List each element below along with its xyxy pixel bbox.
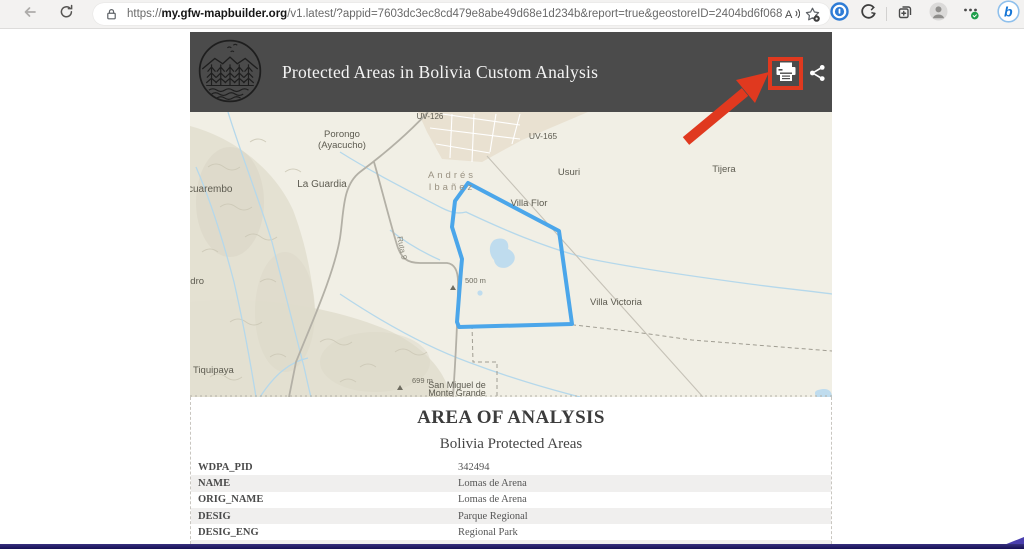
row-label: WDPA_PID xyxy=(198,461,253,473)
back-icon xyxy=(21,3,39,26)
page-title: Protected Areas in Bolivia Custom Analys… xyxy=(282,61,599,82)
report-body: AREA OF ANALYSIS Bolivia Protected Areas… xyxy=(190,397,832,549)
share-icon xyxy=(809,64,826,87)
analysis-subheading: Bolivia Protected Areas xyxy=(439,436,583,452)
map-canvas[interactable]: UV-126 Porongo (Ayacucho) UV-165 Usuri T… xyxy=(190,112,832,397)
url-path: /v1.latest/?appid=7603dc3ec8cd479e8abe49… xyxy=(287,8,782,20)
row-value: Lomas de Arena xyxy=(458,477,527,489)
map-label: Andrés xyxy=(428,170,476,181)
map-label: Villa Victoria xyxy=(590,297,643,308)
svg-text:A: A xyxy=(785,9,793,21)
basemap: UV-126 Porongo (Ayacucho) UV-165 Usuri T… xyxy=(190,112,832,397)
table-row: ORIG_NAME Lomas de Arena xyxy=(191,492,831,508)
back-button[interactable] xyxy=(20,4,40,24)
map-label: edro xyxy=(190,276,204,287)
lock-icon[interactable] xyxy=(101,5,121,23)
onepassword-icon xyxy=(829,2,849,26)
map-label: Porongo xyxy=(324,129,360,140)
report-page: Protected Areas in Bolivia Custom Analys… xyxy=(190,32,832,549)
row-label: DESIG xyxy=(198,510,231,522)
map-label: (Ayacucho) xyxy=(318,140,366,151)
read-aloud-button[interactable]: A xyxy=(782,5,802,23)
refresh-icon xyxy=(58,3,75,25)
row-label: DESIG_ENG xyxy=(198,526,259,538)
onepassword-extension-button[interactable] xyxy=(829,2,849,26)
table-row: WDPA_PID 342494 xyxy=(191,459,831,475)
map-label: Tiquipaya xyxy=(193,365,235,376)
svg-text:b: b xyxy=(1004,4,1013,20)
map-label: Tijera xyxy=(712,164,736,175)
road-label: Ruta 9 xyxy=(395,236,409,261)
map-label: UV-165 xyxy=(529,131,558,141)
row-label: ORIG_NAME xyxy=(198,494,264,506)
analysis-heading: AREA OF ANALYSIS xyxy=(417,407,605,428)
map-label: Ibañez xyxy=(429,182,476,193)
table-row: DESIG Parque Regional xyxy=(191,507,831,525)
highlight-box xyxy=(768,57,803,90)
refresh-button[interactable] xyxy=(56,4,76,24)
map-label: La Guardia xyxy=(297,179,347,190)
map-label: Usuri xyxy=(558,167,580,178)
row-value: Regional Park xyxy=(458,526,518,538)
extension-button[interactable] xyxy=(859,3,879,26)
more-dots-icon xyxy=(961,2,980,26)
report-header: Protected Areas in Bolivia Custom Analys… xyxy=(190,32,832,112)
copilot-button[interactable]: b xyxy=(996,0,1020,28)
url-domain: my.gfw-mapbuilder.org xyxy=(161,8,288,20)
bottom-bar xyxy=(0,544,1024,549)
avatar-icon xyxy=(929,2,948,26)
toolbar-divider xyxy=(886,7,887,21)
browser-toolbar: https://my.gfw-mapbuilder.org/v1.latest/… xyxy=(0,0,1024,29)
collections-icon xyxy=(896,3,914,26)
elevation-label: 500 m xyxy=(465,276,486,285)
address-bar[interactable]: https://my.gfw-mapbuilder.org/v1.latest/… xyxy=(93,3,830,25)
url-text: https://my.gfw-mapbuilder.org/v1.latest/… xyxy=(127,8,782,20)
table-row: NAME Lomas de Arena xyxy=(191,475,831,492)
map-label: Villa Flor xyxy=(511,198,548,209)
settings-menu-button[interactable] xyxy=(960,4,980,24)
row-value: Parque Regional xyxy=(458,510,528,522)
url-protocol: https:// xyxy=(127,8,162,20)
favorites-button[interactable] xyxy=(802,5,822,23)
extension-ring-icon xyxy=(860,3,878,26)
row-label: NAME xyxy=(198,477,231,489)
map-label: cuarembo xyxy=(190,184,233,195)
attributes-table: WDPA_PID 342494 NAME Lomas de Arena ORIG… xyxy=(191,459,831,549)
collections-button[interactable] xyxy=(895,4,915,24)
table-row: DESIG_ENG Regional Park xyxy=(191,524,831,540)
screen: https://my.gfw-mapbuilder.org/v1.latest/… xyxy=(0,0,1024,549)
bing-icon: b xyxy=(996,0,1020,28)
row-value: 342494 xyxy=(458,461,490,473)
map-label: UV-126 xyxy=(417,112,444,121)
share-button[interactable] xyxy=(804,62,830,88)
profile-button[interactable] xyxy=(928,2,948,26)
forest-logo-icon xyxy=(198,39,262,103)
site-logo xyxy=(197,38,263,109)
row-value: Lomas de Arena xyxy=(458,494,527,506)
map-label: Monte Grande xyxy=(428,388,486,397)
